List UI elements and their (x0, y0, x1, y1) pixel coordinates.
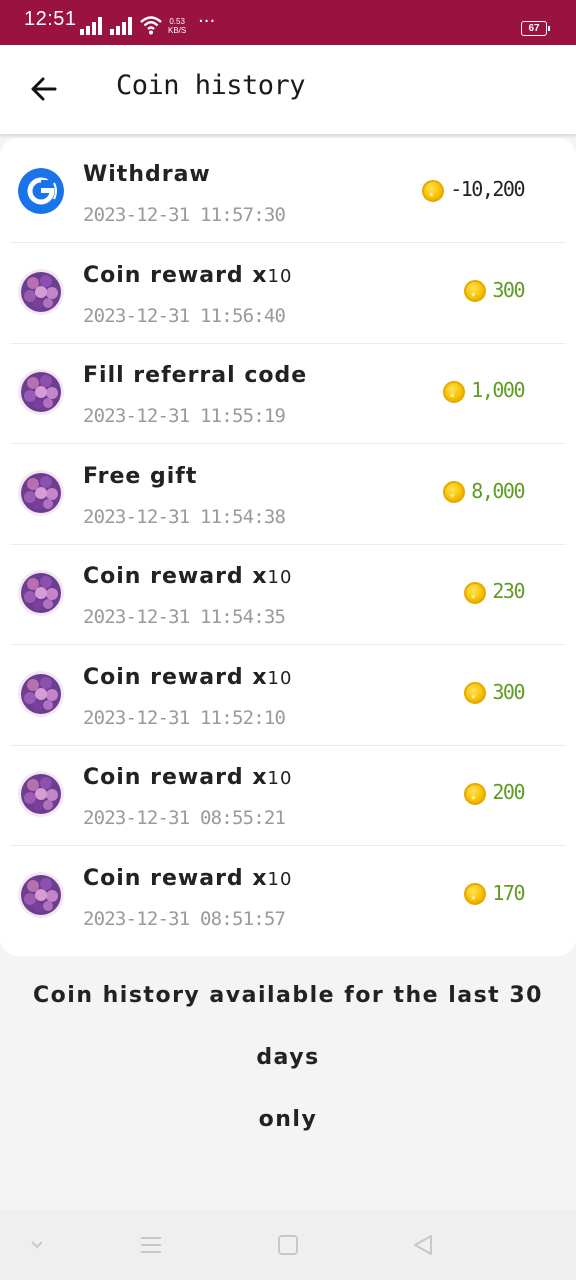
item-date: 2023-12-31 08:55:21 (83, 807, 286, 829)
item-title: Fill referral code (83, 363, 307, 388)
item-date: 2023-12-31 11:56:40 (83, 304, 286, 327)
list-item[interactable]: Free gift 2023-12-31 11:54:38 8,000 (10, 444, 566, 545)
item-title-text: Coin reward x (83, 865, 268, 891)
item-amount: 170 (464, 880, 525, 911)
item-title: Coin reward x10 (83, 765, 292, 790)
item-amount-value: 300 (492, 679, 525, 704)
list-item[interactable]: Coin reward x10 2023-12-31 11:54:35 230 (10, 544, 566, 645)
app-bar: Coin history (0, 45, 576, 134)
note-line-1: Coin history available for the last 30 d… (33, 983, 543, 1070)
item-title-multiplier: 10 (267, 768, 293, 789)
item-title-text: Withdraw (83, 162, 211, 187)
game-avatar-icon (18, 670, 64, 717)
item-title: Withdraw (83, 162, 211, 187)
coin-icon (464, 682, 487, 710)
item-amount-value: 230 (492, 579, 525, 603)
item-title-multiplier: 10 (267, 667, 293, 689)
item-amount: 300 (464, 679, 525, 710)
more-notifications-icon: ··· (198, 11, 216, 32)
status-time: 12:51 (24, 8, 77, 30)
coin-icon (464, 581, 487, 610)
item-amount: 1,000 (443, 377, 525, 409)
game-avatar-icon (18, 268, 64, 315)
item-title-text: Coin reward x (83, 564, 268, 589)
item-date: 2023-12-31 11:57:30 (83, 204, 286, 226)
item-amount-value: -10,200 (450, 177, 525, 201)
item-amount: 8,000 (443, 478, 525, 509)
list-item[interactable]: Coin reward x10 2023-12-31 11:56:40 300 (10, 243, 566, 344)
item-date: 2023-12-31 08:51:57 (83, 907, 286, 930)
list-item[interactable]: Coin reward x10 2023-12-31 08:55:21 200 (10, 745, 566, 846)
coin-icon (422, 179, 445, 208)
item-amount-value: 200 (492, 780, 525, 804)
signal-icon (80, 17, 102, 35)
item-amount-value: 300 (492, 277, 525, 302)
game-avatar-icon (18, 771, 64, 817)
back-triangle-icon[interactable] (409, 1232, 439, 1258)
item-title: Coin reward x10 (83, 564, 292, 589)
item-title-text: Free gift (83, 463, 198, 489)
item-title-text: Fill referral code (83, 363, 308, 388)
game-avatar-icon (18, 369, 64, 415)
item-date: 2023-12-31 11:52:10 (83, 706, 286, 729)
network-speed: 0.53 KB/S (168, 17, 186, 35)
coin-icon (464, 782, 487, 811)
item-amount-value: 170 (492, 880, 525, 905)
google-pay-icon (18, 168, 64, 214)
item-amount-value: 1,000 (471, 378, 525, 402)
wifi-icon (140, 16, 162, 35)
system-nav-bar (0, 1210, 576, 1280)
item-date: 2023-12-31 11:54:35 (83, 606, 286, 628)
item-amount: 230 (464, 578, 525, 610)
network-speed-unit: KB/S (168, 26, 187, 35)
chevron-down-icon[interactable] (22, 1232, 52, 1258)
list-item[interactable]: Coin reward x10 2023-12-31 08:51:57 170 (10, 846, 566, 946)
list-item[interactable]: Fill referral code 2023-12-31 11:55:19 1,0… (10, 343, 566, 444)
item-amount: 200 (464, 779, 525, 811)
signal-icon (110, 17, 132, 35)
item-amount: -10,200 (422, 176, 525, 208)
item-date: 2023-12-31 11:54:38 (83, 505, 286, 528)
status-bar: 12:51 0.53 KB/S ··· 67 (0, 0, 576, 45)
item-title: Coin reward x10 (83, 665, 292, 690)
page-title: Coin history (116, 70, 306, 101)
item-amount: 300 (464, 277, 525, 308)
item-date: 2023-12-31 11:55:19 (83, 405, 286, 427)
note-line-2: only (258, 1107, 318, 1132)
coin-icon (443, 380, 466, 409)
game-avatar-icon (18, 570, 64, 616)
list-item[interactable]: Withdraw 2023-12-31 11:57:30 -10,200 (10, 142, 566, 243)
list-item[interactable]: Coin reward x10 2023-12-31 11:52:10 300 (10, 645, 566, 746)
menu-icon[interactable] (136, 1232, 166, 1258)
coin-icon (464, 883, 487, 911)
item-title-text: Coin reward x (83, 262, 268, 288)
home-icon[interactable] (273, 1232, 303, 1258)
item-title: Coin reward x10 (83, 866, 292, 891)
coin-history-list: Withdraw 2023-12-31 11:57:30 -10,200 Coin r… (0, 138, 576, 956)
arrow-left-icon[interactable] (24, 69, 64, 109)
game-avatar-icon (18, 871, 64, 918)
item-title-multiplier: 10 (267, 567, 293, 588)
item-title-multiplier: 10 (267, 868, 293, 890)
battery-icon: 67 (521, 21, 550, 36)
item-amount-value: 8,000 (471, 478, 525, 503)
coin-icon (464, 280, 487, 308)
network-speed-value: 0.53 (169, 17, 185, 26)
item-title: Free gift (83, 464, 197, 489)
item-title-multiplier: 10 (267, 265, 293, 287)
game-avatar-icon (18, 469, 64, 516)
coin-icon (443, 481, 466, 509)
item-title-text: Coin reward x (83, 664, 268, 690)
item-title: Coin reward x10 (83, 263, 292, 288)
history-availability-note: Coin history available for the last 30 d… (0, 965, 576, 1151)
item-title-text: Coin reward x (83, 765, 268, 790)
